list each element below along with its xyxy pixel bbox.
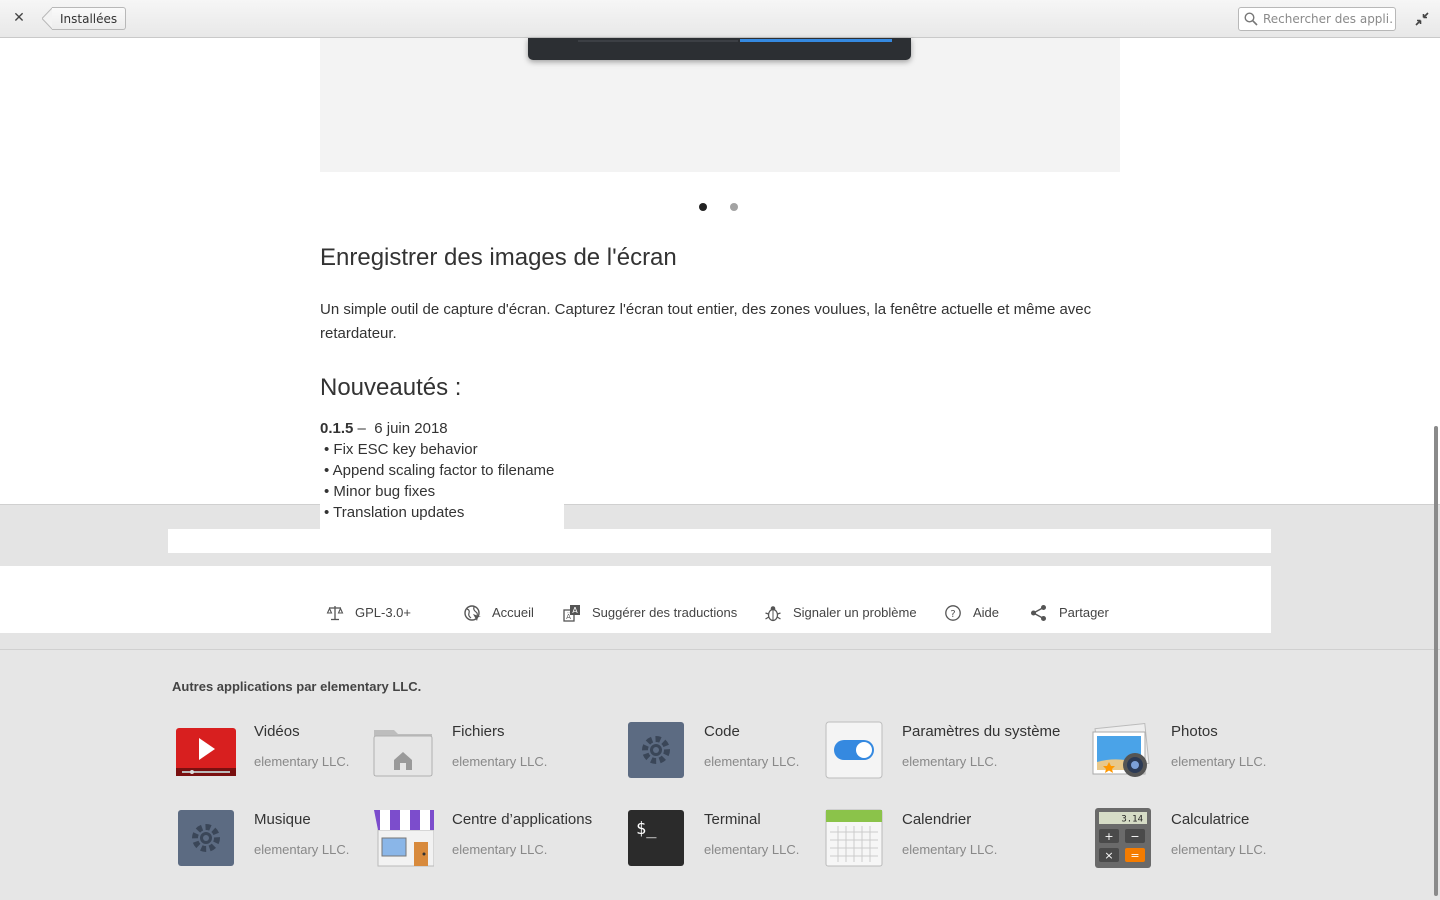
share-label: Partager: [1059, 605, 1109, 620]
search-icon: [1244, 12, 1258, 26]
files-icon: [373, 730, 433, 777]
globe-icon: [464, 605, 481, 621]
restore-icon[interactable]: [1414, 11, 1430, 27]
search-field[interactable]: [1238, 7, 1396, 31]
app-card-files[interactable]: Fichiers elementary LLC.: [370, 718, 610, 782]
other-apps-title: Autres applications par elementary LLC.: [172, 679, 422, 694]
appcenter-icon: [374, 810, 434, 867]
app-developer: elementary LLC.: [1171, 842, 1267, 857]
app-name: Calculatrice: [1171, 811, 1250, 828]
help-label: Aide: [973, 605, 1000, 620]
release-version: 0.1.5: [320, 420, 354, 437]
release-note: • Fix ESC key behavior: [324, 441, 478, 458]
app-developer: elementary LLC.: [452, 754, 548, 769]
calendar-icon: [825, 809, 883, 867]
svg-text:=: =: [1130, 849, 1139, 862]
svg-text:$_: $_: [636, 819, 657, 839]
photos-icon: [1092, 722, 1150, 777]
scale-icon: [326, 606, 344, 621]
settings-icon: [825, 721, 883, 779]
app-card-settings[interactable]: Paramètres du système elementary LLC.: [820, 718, 1060, 782]
release-header: 0.1.5 – 6 juin 2018: [320, 418, 564, 439]
homepage-label: Accueil: [492, 605, 534, 620]
app-developer: elementary LLC.: [452, 842, 548, 857]
app-card-calendar[interactable]: Calendrier elementary LLC.: [820, 806, 1060, 870]
bug-icon: [765, 606, 781, 622]
whats-new-title: Nouveautés :: [320, 374, 462, 401]
code-icon: [628, 722, 684, 778]
app-developer: elementary LLC.: [254, 754, 350, 769]
svg-text:×: ×: [1104, 849, 1113, 862]
terminal-icon: $_: [628, 810, 684, 866]
links-card: [168, 566, 1271, 633]
search-input[interactable]: [1263, 9, 1393, 29]
app-card-appcenter[interactable]: Centre d’applications elementary LLC.: [370, 806, 610, 870]
app-card-photos[interactable]: Photos elementary LLC.: [1089, 718, 1329, 782]
app-name: Photos: [1171, 723, 1218, 740]
app-card-calculator[interactable]: 3.14 + − × = Calculatrice elementary LLC…: [1089, 806, 1329, 870]
translate-label: Suggérer des traductions: [592, 605, 738, 620]
app-developer: elementary LLC.: [704, 754, 800, 769]
app-summary: Enregistrer des images de l'écran: [320, 244, 677, 271]
app-name: Vidéos: [254, 723, 300, 740]
svg-text:A: A: [572, 606, 578, 615]
links-left-gap: [0, 566, 168, 633]
music-icon: [178, 810, 234, 866]
carousel-dot-2[interactable]: [730, 203, 738, 211]
screenshot-image: [528, 38, 911, 60]
svg-text:3.14: 3.14: [1121, 815, 1143, 825]
back-button[interactable]: Installées: [52, 7, 127, 30]
release-note: • Translation updates: [324, 504, 465, 521]
release-notes: 0.1.5 – 6 juin 2018 • Fix ESC key behavi…: [320, 418, 564, 531]
app-name: Paramètres du système: [902, 723, 1061, 740]
divider-strip: [168, 529, 1271, 553]
header-bar: ✕ Installées: [0, 0, 1440, 38]
svg-text:?: ?: [950, 609, 955, 620]
release-notes-list: • Fix ESC key behavior • Append scaling …: [320, 439, 564, 523]
release-date: 6 juin 2018: [374, 420, 448, 437]
help-icon: ?: [945, 605, 961, 621]
app-name: Code: [704, 723, 740, 740]
bug-label: Signaler un problème: [793, 605, 917, 620]
app-name: Musique: [254, 811, 311, 828]
release-note: • Append scaling factor to filename: [324, 462, 555, 479]
scrollbar[interactable]: [1434, 426, 1438, 896]
app-developer: elementary LLC.: [902, 842, 998, 857]
carousel-dots: [699, 202, 759, 212]
release-note: • Minor bug fixes: [324, 483, 436, 500]
app-developer: elementary LLC.: [902, 754, 998, 769]
translate-icon: A Ä: [563, 605, 580, 622]
app-name: Terminal: [704, 811, 761, 828]
app-developer: elementary LLC.: [1171, 754, 1267, 769]
calculator-icon: 3.14 + − × =: [1095, 808, 1151, 868]
screenshot-preview: [320, 38, 1120, 172]
app-name: Centre d’applications: [452, 811, 593, 828]
app-developer: elementary LLC.: [254, 842, 350, 857]
carousel-dot-1[interactable]: [699, 203, 707, 211]
svg-text:Ä: Ä: [566, 612, 571, 621]
app-name: Fichiers: [452, 723, 505, 740]
share-icon: [1031, 605, 1046, 621]
svg-text:+: +: [1104, 830, 1113, 843]
license-label: GPL-3.0+: [355, 605, 412, 620]
app-name: Calendrier: [902, 811, 972, 828]
videos-icon: [176, 728, 236, 776]
app-developer: elementary LLC.: [704, 842, 800, 857]
close-icon[interactable]: ✕: [11, 9, 27, 27]
svg-text:−: −: [1130, 830, 1139, 843]
release-separator: –: [353, 420, 375, 437]
app-description: Un simple outil de capture d'écran. Capt…: [320, 301, 1092, 342]
